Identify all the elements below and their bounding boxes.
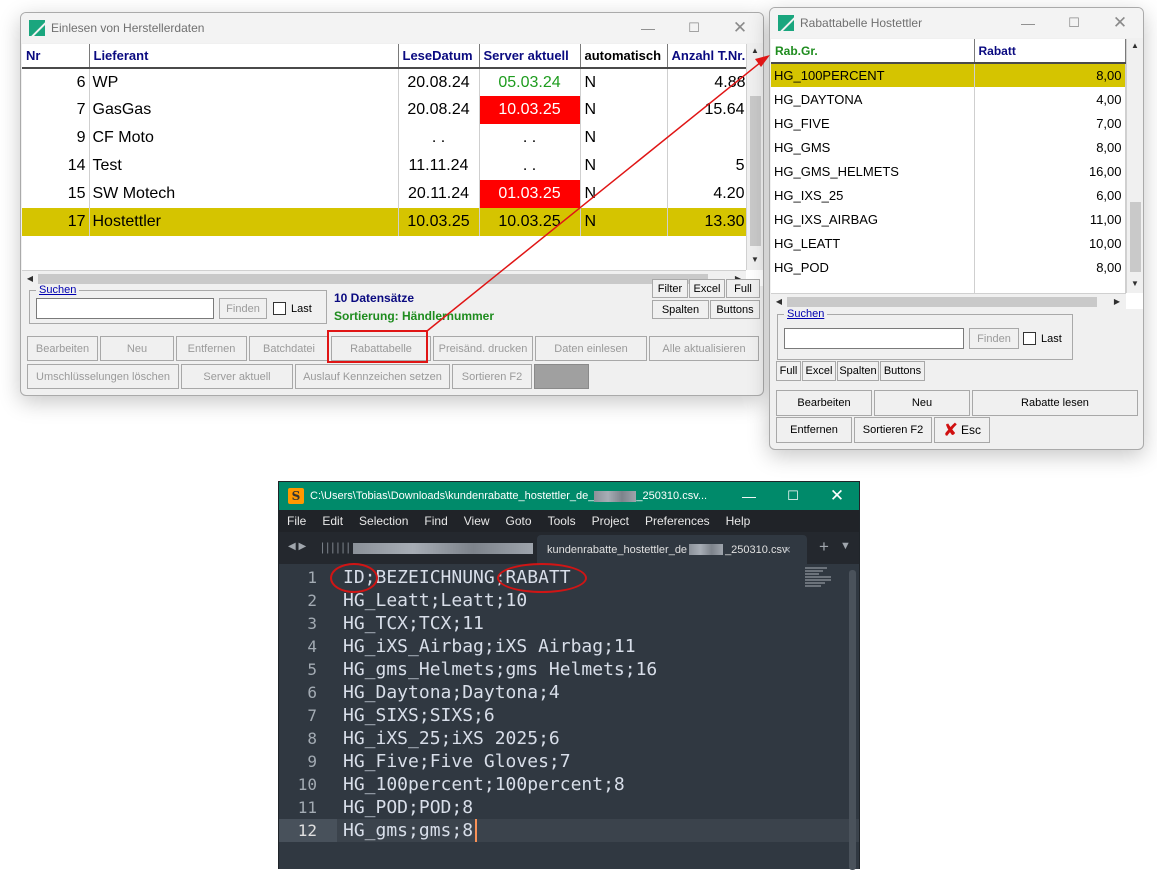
annotation-circle-id <box>330 563 378 593</box>
annotation-circle-rabatt <box>497 563 587 593</box>
annotation-arrow <box>426 55 770 332</box>
